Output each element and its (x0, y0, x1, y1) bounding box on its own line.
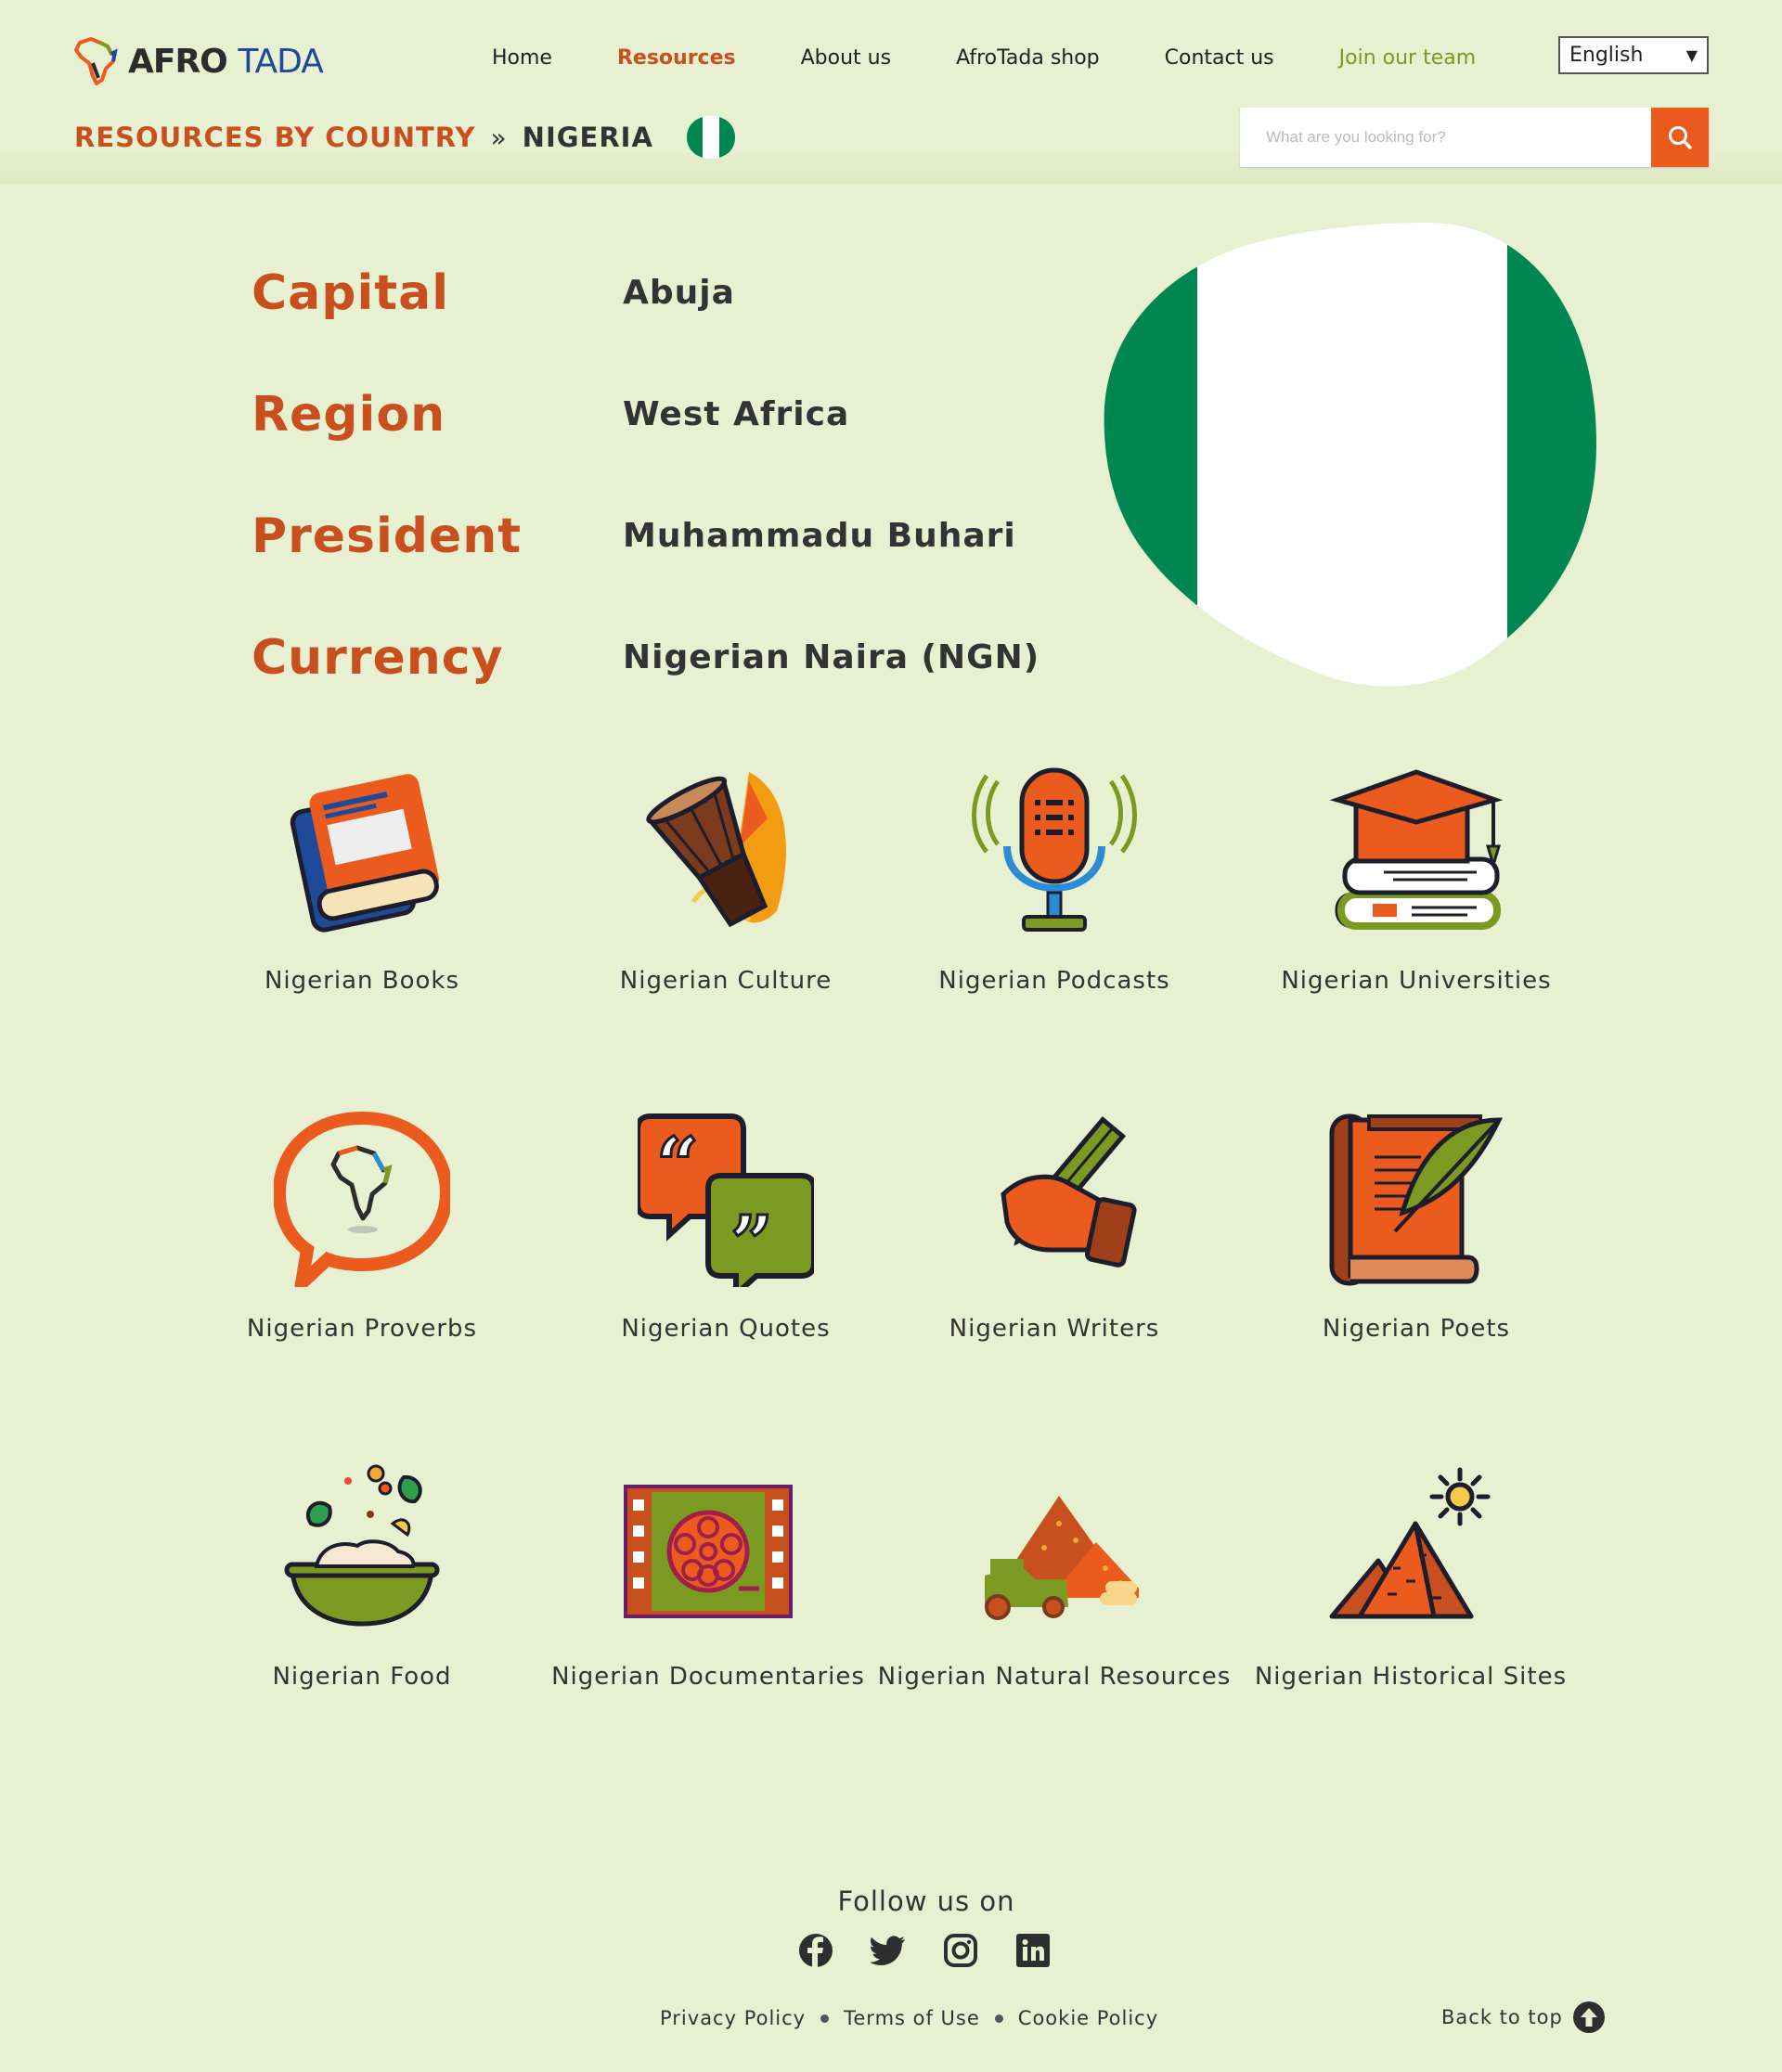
fact-region: Region West Africa (252, 354, 1087, 475)
nav-home[interactable]: Home (492, 46, 552, 70)
search-input[interactable] (1240, 108, 1651, 167)
pyramids-icon (1323, 1459, 1499, 1635)
resource-label: Nigerian Writers (949, 1315, 1160, 1343)
drum-icon (638, 763, 814, 939)
nigeria-flag-large (1104, 223, 1597, 687)
fact-value: Nigerian Naira (NGN) (623, 638, 1040, 676)
resource-nigerian-culture[interactable]: Nigerian Culture (549, 763, 902, 995)
facebook-icon[interactable] (798, 1933, 833, 1968)
resource-nigerian-podcasts[interactable]: Nigerian Podcasts (878, 763, 1231, 995)
afrotada-logo[interactable]: AFRO TADA (72, 33, 324, 89)
fact-president: President Muhammadu Buhari (252, 475, 1087, 597)
fact-value: Muhammadu Buhari (623, 517, 1016, 555)
arrow-up-circle-icon (1572, 2001, 1605, 2033)
breadcrumb-resources-by-country[interactable]: RESOURCES BY COUNTRY (74, 122, 476, 153)
africa-logo-icon (74, 37, 118, 85)
language-select[interactable]: English ▼ (1558, 36, 1709, 74)
breadcrumb-current-country: NIGERIA (522, 122, 653, 153)
fact-label: Region (252, 386, 446, 443)
resource-label: Nigerian Documentaries (551, 1663, 865, 1691)
resource-label: Nigerian Universities (1281, 967, 1552, 995)
instagram-icon[interactable] (943, 1933, 978, 1968)
resource-nigerian-documentaries[interactable]: Nigerian Documentaries (532, 1459, 885, 1691)
resource-nigerian-natural-resources[interactable]: Nigerian Natural Resources (878, 1459, 1231, 1691)
privacy-policy-link[interactable]: Privacy Policy (660, 2007, 806, 2029)
twitter-icon[interactable] (871, 1933, 906, 1968)
back-to-top-label: Back to top (1441, 2006, 1563, 2028)
resource-nigerian-books[interactable]: Nigerian Books (186, 763, 538, 995)
resource-nigerian-historical-sites[interactable]: Nigerian Historical Sites (1234, 1459, 1587, 1691)
search-icon (1669, 126, 1692, 149)
breadcrumb: RESOURCES BY COUNTRY » NIGERIA (74, 116, 737, 159)
microphone-icon (966, 763, 1143, 939)
resource-label: Nigerian Quotes (621, 1315, 831, 1343)
terms-of-use-link[interactable]: Terms of Use (844, 2007, 980, 2029)
fact-value: West Africa (623, 395, 850, 433)
back-to-top-button[interactable]: Back to top (1441, 2001, 1606, 2034)
nigeria-flag-small-icon (686, 116, 735, 159)
fact-label: Currency (252, 629, 504, 686)
svg-text:”: ” (730, 1199, 773, 1286)
breadcrumb-separator-icon: » (490, 122, 508, 153)
fact-currency: Currency Nigerian Naira (NGN) (252, 597, 1087, 718)
graduation-cap-icon (1328, 763, 1504, 939)
country-facts: Capital Abuja Region West Africa Preside… (252, 232, 1087, 718)
resource-label: Nigerian Poets (1322, 1315, 1511, 1343)
nav-afrotada-shop[interactable]: AfroTada shop (956, 46, 1100, 70)
books-icon (274, 763, 450, 939)
search-button[interactable] (1651, 108, 1709, 167)
scroll-quill-icon (1328, 1111, 1504, 1287)
fact-label: Capital (252, 264, 450, 321)
follow-us-heading: Follow us on (837, 1885, 1015, 1917)
nav-resources[interactable]: Resources (617, 46, 736, 70)
resource-label: Nigerian Culture (619, 967, 833, 995)
resource-label: Nigerian Historical Sites (1254, 1663, 1568, 1691)
resource-nigerian-writers[interactable]: Nigerian Writers (878, 1111, 1231, 1343)
resource-nigerian-proverbs[interactable]: Nigerian Proverbs (186, 1111, 538, 1343)
nav-about-us[interactable]: About us (801, 46, 891, 70)
resource-nigerian-food[interactable]: Nigerian Food (186, 1459, 538, 1691)
main-nav: Home Resources About us AfroTada shop Co… (492, 41, 1541, 74)
cookie-policy-link[interactable]: Cookie Policy (1018, 2007, 1158, 2029)
legal-links: Privacy Policy Terms of Use Cookie Polic… (660, 2007, 1158, 2029)
resource-label: Nigerian Proverbs (246, 1315, 478, 1343)
speech-bubble-africa-icon (274, 1111, 450, 1287)
resource-nigerian-quotes[interactable]: “ ” Nigerian Quotes (549, 1111, 902, 1343)
resource-label: Nigerian Podcasts (938, 967, 1170, 995)
linkedin-icon[interactable] (1015, 1933, 1051, 1968)
quotes-icon: “ ” (638, 1111, 814, 1287)
svg-text:“: “ (656, 1121, 699, 1208)
resource-nigerian-poets[interactable]: Nigerian Poets (1240, 1111, 1593, 1343)
resource-nigerian-universities[interactable]: Nigerian Universities (1240, 763, 1593, 995)
fact-label: President (252, 508, 523, 564)
hand-pencil-icon (966, 1111, 1143, 1287)
resource-label: Nigerian Natural Resources (877, 1663, 1232, 1691)
separator-dot (994, 2014, 1003, 2023)
resource-label: Nigerian Books (264, 967, 459, 995)
language-selected-value: English (1569, 44, 1644, 67)
logo-afro: AFRO (128, 42, 228, 81)
film-reel-icon (620, 1459, 796, 1635)
mining-icon (966, 1459, 1143, 1635)
fact-capital: Capital Abuja (252, 232, 1087, 354)
logo-tada: TADA (238, 42, 324, 81)
chevron-down-icon: ▼ (1685, 46, 1698, 64)
logo-wordmark: AFRO TADA (128, 42, 324, 81)
search-bar (1240, 108, 1709, 167)
nav-join-our-team[interactable]: Join our team (1339, 46, 1477, 70)
resource-label: Nigerian Food (272, 1663, 452, 1691)
food-bowl-icon (274, 1459, 450, 1635)
fact-value: Abuja (623, 274, 735, 312)
separator-dot (820, 2014, 830, 2023)
nav-contact-us[interactable]: Contact us (1165, 46, 1274, 70)
social-links (798, 1933, 1051, 1968)
